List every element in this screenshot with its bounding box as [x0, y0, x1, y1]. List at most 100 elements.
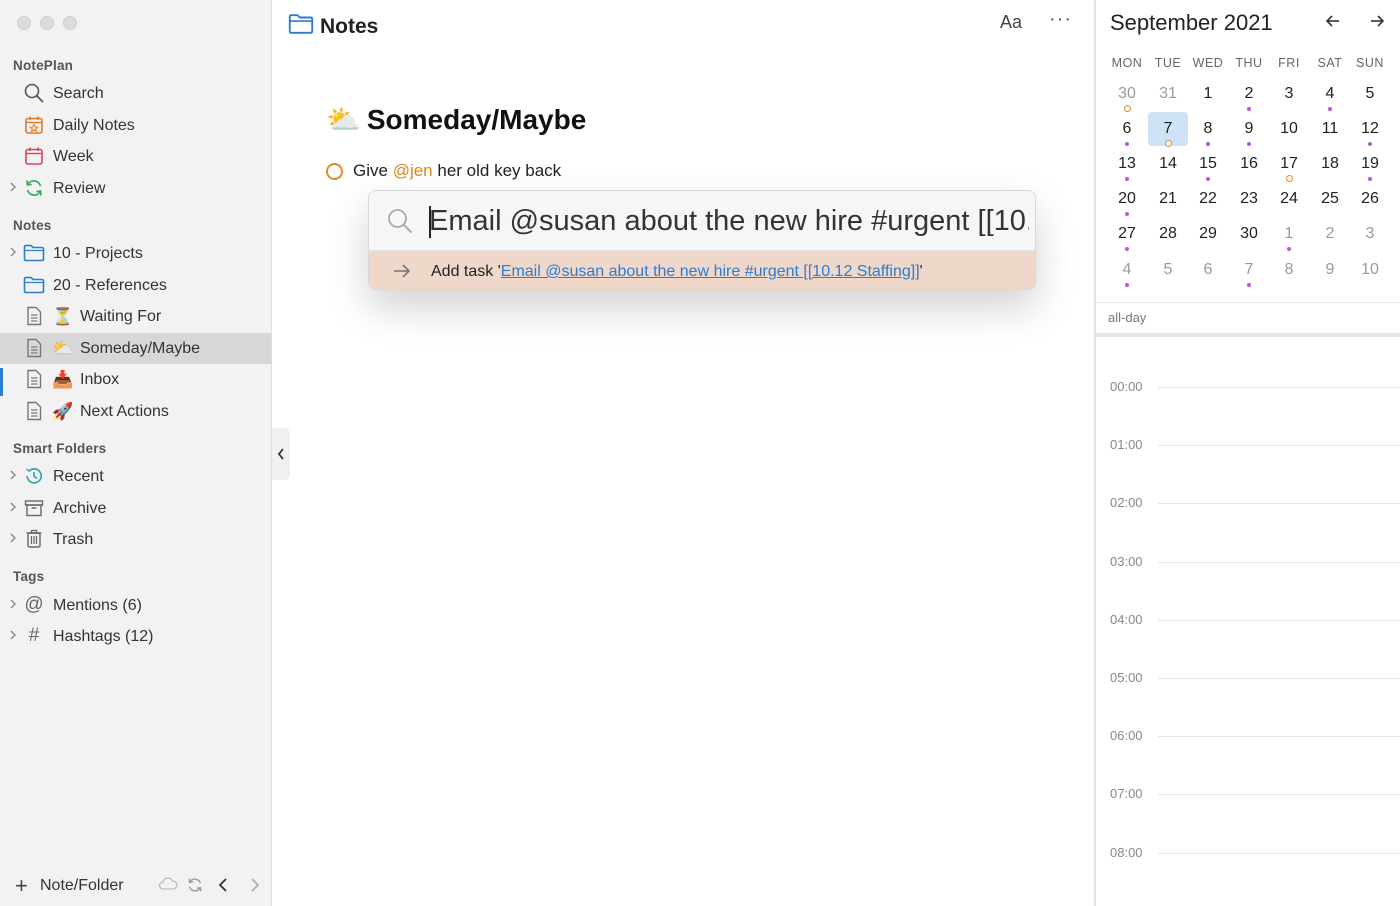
more-options-button[interactable]: ··· — [1049, 8, 1072, 31]
back-arrow-icon[interactable] — [217, 876, 229, 899]
calendar-day[interactable]: 10 — [1269, 112, 1309, 146]
sidebar-item-search[interactable]: Search — [0, 78, 271, 109]
sidebar-item-trash[interactable]: Trash — [0, 524, 271, 555]
calendar-day[interactable]: 29 — [1188, 217, 1228, 251]
sidebar-item-someday-maybe[interactable]: ⛅ Someday/Maybe — [0, 333, 271, 364]
day-number: 7 — [1244, 261, 1254, 278]
calendar-day[interactable]: 6 — [1107, 112, 1147, 146]
calendar-day[interactable]: 15 — [1188, 147, 1228, 181]
sidebar-item-recent[interactable]: Recent — [0, 461, 271, 492]
sidebar-item-hashtags[interactable]: # Hashtags (12) — [0, 621, 271, 652]
chevron-right-icon[interactable] — [9, 532, 19, 546]
calendar-day[interactable]: 14 — [1148, 147, 1188, 181]
calendar-day[interactable]: 10 — [1350, 253, 1390, 287]
calendar-day[interactable]: 4 — [1107, 253, 1147, 287]
close-window-button[interactable] — [17, 16, 31, 30]
hour-row[interactable]: 02:00 — [1096, 495, 1400, 511]
sidebar-item-week[interactable]: Week — [0, 141, 271, 172]
sidebar-item-label: 20 - References — [53, 276, 167, 294]
hour-label: 07:00 — [1110, 786, 1143, 802]
calendar-day[interactable]: 26 — [1350, 182, 1390, 216]
font-settings-button[interactable]: Aa — [1000, 12, 1022, 33]
command-input[interactable] — [429, 201, 1029, 241]
calendar-day[interactable]: 28 — [1148, 217, 1188, 251]
calendar-day[interactable]: 3 — [1350, 217, 1390, 251]
day-number: 5 — [1163, 261, 1173, 278]
sidebar-item-daily-notes[interactable]: Daily Notes — [0, 110, 271, 141]
calendar-day[interactable]: 9 — [1229, 112, 1269, 146]
sidebar: NotePlan Search Daily Notes Week Review … — [0, 0, 272, 906]
sync-icon[interactable] — [186, 876, 204, 899]
forward-arrow-icon[interactable] — [249, 876, 261, 899]
calendar-day[interactable]: 30 — [1107, 77, 1147, 112]
chevron-right-icon[interactable] — [9, 246, 19, 260]
calendar-day[interactable]: 21 — [1148, 182, 1188, 216]
calendar-day[interactable]: 4 — [1310, 77, 1350, 111]
calendar-day[interactable]: 8 — [1269, 253, 1309, 287]
calendar-day[interactable]: 24 — [1269, 182, 1309, 216]
sidebar-item-mentions[interactable]: @ Mentions (6) — [0, 590, 271, 621]
calendar-day[interactable]: 16 — [1229, 147, 1269, 181]
hour-row[interactable]: 07:00 — [1096, 786, 1400, 802]
hour-row[interactable]: 03:00 — [1096, 554, 1400, 570]
chevron-right-icon[interactable] — [9, 501, 19, 515]
minimize-window-button[interactable] — [40, 16, 54, 30]
calendar-day[interactable]: 5 — [1350, 77, 1390, 111]
calendar-day[interactable]: 18 — [1310, 147, 1350, 181]
calendar-day-today[interactable]: 7 — [1148, 112, 1188, 147]
calendar-day[interactable]: 8 — [1188, 112, 1228, 146]
sidebar-item-projects[interactable]: 10 - Projects — [0, 238, 271, 269]
calendar-day[interactable]: 9 — [1310, 253, 1350, 287]
collapse-sidebar-button[interactable] — [272, 428, 290, 480]
chevron-right-icon[interactable] — [9, 181, 19, 195]
calendar-day[interactable]: 20 — [1107, 182, 1147, 216]
hour-row[interactable]: 06:00 — [1096, 728, 1400, 744]
hour-row[interactable]: 00:00 — [1096, 379, 1400, 395]
previous-month-button[interactable] — [1324, 12, 1342, 35]
sidebar-item-references[interactable]: 20 - References — [0, 270, 271, 301]
calendar-day[interactable]: 27 — [1107, 217, 1147, 251]
calendar-day[interactable]: 17 — [1269, 147, 1309, 182]
command-result-add-task[interactable]: Add task 'Email @susan about the new hir… — [369, 251, 1035, 289]
chevron-right-icon[interactable] — [9, 598, 19, 612]
hour-row[interactable]: 04:00 — [1096, 612, 1400, 628]
calendar-day[interactable]: 23 — [1229, 182, 1269, 216]
calendar-day[interactable]: 30 — [1229, 217, 1269, 251]
next-month-button[interactable] — [1368, 12, 1386, 35]
hour-row[interactable]: 08:00 — [1096, 845, 1400, 861]
sidebar-item-archive[interactable]: Archive — [0, 493, 271, 524]
cloud-icon[interactable] — [158, 876, 178, 897]
sidebar-item-waiting-for[interactable]: ⏳ Waiting For — [0, 301, 271, 332]
calendar-day[interactable]: 13 — [1107, 147, 1147, 181]
hour-row[interactable]: 05:00 — [1096, 670, 1400, 686]
calendar-day[interactable]: 12 — [1350, 112, 1390, 146]
sidebar-item-next-actions[interactable]: 🚀 Next Actions — [0, 396, 271, 427]
sidebar-item-review[interactable]: Review — [0, 173, 271, 204]
calendar-day[interactable]: 22 — [1188, 182, 1228, 216]
calendar-day[interactable]: 31 — [1148, 77, 1188, 111]
chevron-right-icon[interactable] — [9, 629, 19, 643]
at-sign-icon: @ — [24, 594, 44, 615]
plus-icon[interactable]: + — [15, 873, 28, 899]
calendar-day[interactable]: 11 — [1310, 112, 1350, 146]
day-number: 2 — [1325, 225, 1335, 242]
zoom-window-button[interactable] — [63, 16, 77, 30]
day-number: 6 — [1122, 120, 1132, 137]
task-checkbox[interactable] — [326, 162, 343, 180]
task-mention[interactable]: @jen — [393, 161, 433, 181]
calendar-day[interactable]: 7 — [1229, 253, 1269, 287]
calendar-day[interactable]: 6 — [1188, 253, 1228, 287]
calendar-day[interactable]: 3 — [1269, 77, 1309, 111]
calendar-day[interactable]: 1 — [1188, 77, 1228, 111]
chevron-right-icon[interactable] — [9, 469, 19, 483]
sidebar-item-inbox[interactable]: 📥 Inbox — [0, 364, 271, 395]
calendar-day[interactable]: 5 — [1148, 253, 1188, 287]
calendar-day[interactable]: 2 — [1229, 77, 1269, 111]
result-task-link[interactable]: Email @susan about the new hire #urgent … — [501, 263, 920, 280]
hour-row[interactable]: 01:00 — [1096, 437, 1400, 453]
calendar-day[interactable]: 19 — [1350, 147, 1390, 181]
calendar-day[interactable]: 2 — [1310, 217, 1350, 251]
calendar-day[interactable]: 25 — [1310, 182, 1350, 216]
new-note-folder-button[interactable]: Note/Folder — [40, 877, 124, 895]
calendar-day[interactable]: 1 — [1269, 217, 1309, 251]
